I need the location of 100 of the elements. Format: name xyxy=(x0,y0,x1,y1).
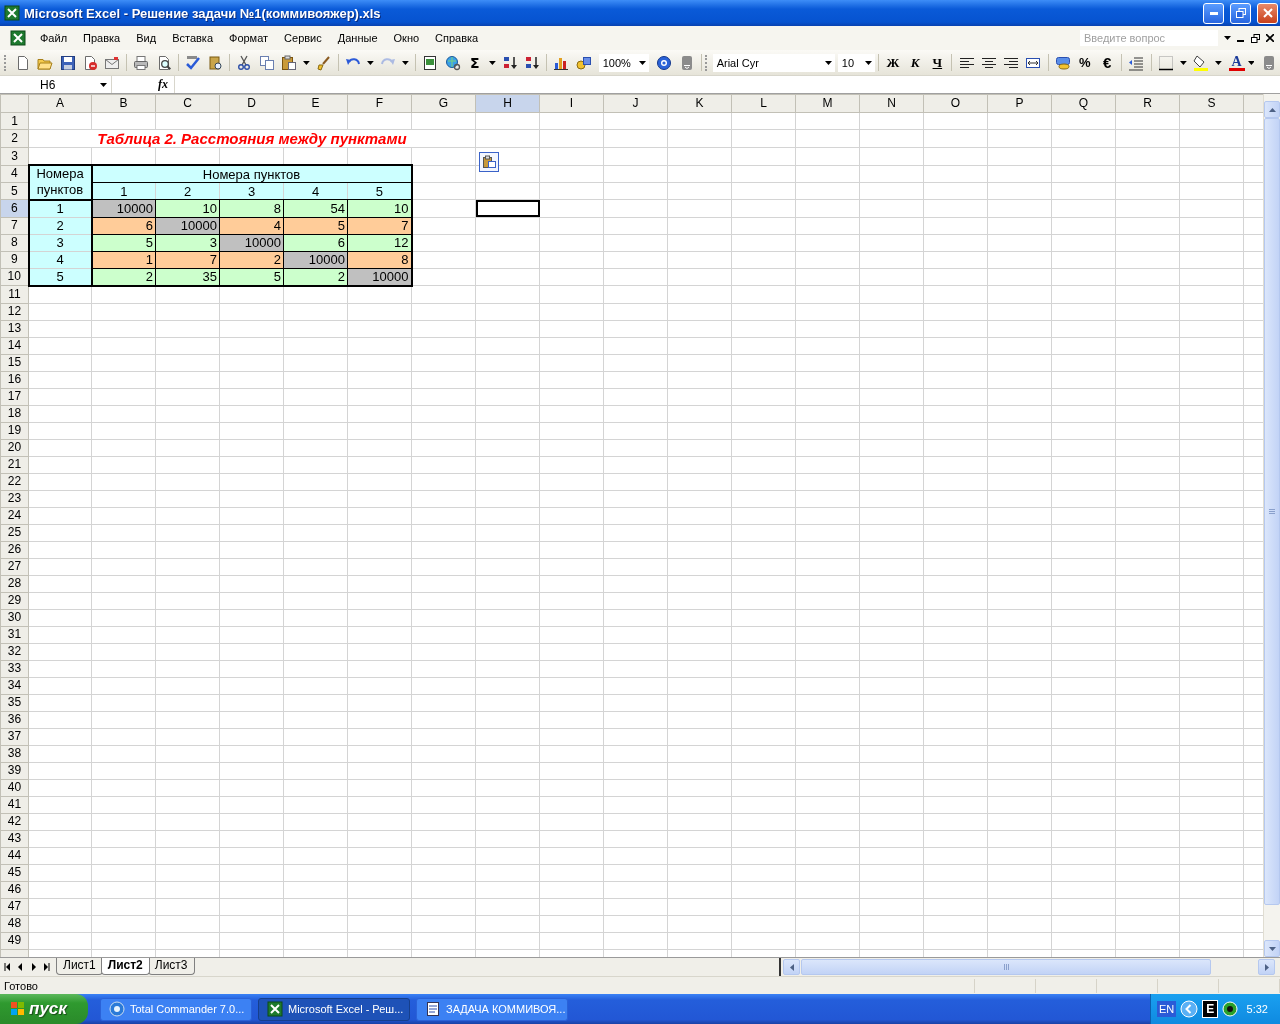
scroll-up-button[interactable] xyxy=(1264,101,1280,118)
scissors-icon[interactable] xyxy=(236,54,253,71)
help-icon[interactable] xyxy=(656,54,673,71)
caret-icon[interactable] xyxy=(303,60,310,65)
scrollbar-thumb[interactable] xyxy=(1264,118,1280,905)
taskbar-button[interactable]: Total Commander 7.0... xyxy=(100,997,252,1021)
clipboard-icon[interactable] xyxy=(280,54,297,71)
last-sheet-icon[interactable] xyxy=(43,963,50,971)
active-cell[interactable] xyxy=(475,199,540,217)
menu-item[interactable]: Файл xyxy=(32,30,76,46)
column-header[interactable]: B xyxy=(91,94,156,113)
borders-icon[interactable] xyxy=(1157,54,1174,71)
bold-button[interactable]: Ж xyxy=(881,51,904,74)
up-arrow-icon xyxy=(1268,107,1276,112)
font-color-button[interactable]: A xyxy=(1228,54,1245,71)
caret-icon[interactable] xyxy=(1179,60,1187,65)
column-header[interactable]: P xyxy=(987,94,1052,113)
shapes-icon[interactable] xyxy=(575,54,592,71)
sheet-tab[interactable]: Лист3 xyxy=(147,958,195,975)
next-sheet-icon[interactable] xyxy=(30,963,37,971)
column-header[interactable]: K xyxy=(667,94,732,113)
percent-button[interactable]: % xyxy=(1073,51,1096,74)
caret-icon[interactable] xyxy=(1247,60,1255,65)
paste-options-button[interactable] xyxy=(479,152,499,172)
scroll-left-button[interactable] xyxy=(783,959,800,975)
menu-item[interactable]: Окно xyxy=(385,30,428,46)
column-header[interactable]: R xyxy=(1115,94,1180,113)
column-header[interactable]: S xyxy=(1179,94,1244,113)
language-indicator[interactable]: EN xyxy=(1157,1001,1177,1017)
restore-icon[interactable] xyxy=(1251,33,1260,43)
sort-ascending-icon[interactable] xyxy=(501,54,518,71)
decrease-indent-icon[interactable] xyxy=(1128,54,1145,71)
minimize-button[interactable] xyxy=(1203,2,1224,24)
font-dropdown[interactable]: Arial Cyr xyxy=(712,53,835,72)
check-mark-icon[interactable] xyxy=(184,54,201,71)
coins-icon[interactable] xyxy=(1054,54,1071,71)
caret-icon[interactable] xyxy=(1224,36,1231,40)
sheet-tab[interactable]: Лист2 xyxy=(100,958,150,975)
restore-button[interactable] xyxy=(1230,2,1251,24)
scrollbar-thumb[interactable] xyxy=(801,959,1211,975)
euro-button[interactable]: € xyxy=(1096,51,1119,74)
underline-button[interactable]: Ч xyxy=(926,51,949,74)
document-icon[interactable] xyxy=(422,54,439,71)
menu-item[interactable]: Правка xyxy=(75,30,129,46)
column-header[interactable]: H xyxy=(475,94,540,113)
insert-function-button[interactable]: fx xyxy=(158,77,168,92)
chevron-circle-icon[interactable] xyxy=(1180,1000,1199,1018)
tray-app-label[interactable]: E xyxy=(1202,1000,1219,1018)
caret-icon[interactable] xyxy=(100,82,107,87)
table-title: Таблица 2. Расстояния между пунктами xyxy=(97,130,407,147)
column-header[interactable]: I xyxy=(539,94,604,113)
column-header[interactable]: J xyxy=(603,94,668,113)
menu-item[interactable]: Справка xyxy=(427,30,487,46)
column-header[interactable]: N xyxy=(859,94,924,113)
close-icon[interactable] xyxy=(1266,34,1274,42)
column-header[interactable]: O xyxy=(923,94,988,113)
font-size-dropdown[interactable]: 10 xyxy=(837,53,875,72)
menu-item[interactable]: Сервис xyxy=(276,30,330,46)
caret-icon[interactable] xyxy=(639,60,647,65)
column-header[interactable]: A xyxy=(28,94,92,113)
sort-descending-icon[interactable] xyxy=(524,54,541,71)
taskbar-button[interactable]: ЗАДАЧА КОММИВОЯ... xyxy=(416,997,568,1021)
caret-icon[interactable] xyxy=(1214,60,1222,65)
sum-button[interactable]: Σ xyxy=(463,51,486,74)
column-header[interactable]: Q xyxy=(1051,94,1116,113)
column-header[interactable]: L xyxy=(731,94,796,113)
menu-item[interactable]: Формат xyxy=(221,30,277,46)
italic-button[interactable]: К xyxy=(903,51,927,74)
scroll-right-button[interactable] xyxy=(1258,959,1275,975)
sheet-tab[interactable]: Лист1 xyxy=(56,958,103,975)
two-pages-icon[interactable] xyxy=(258,54,275,71)
close-button[interactable] xyxy=(1257,2,1278,24)
column-header[interactable]: E xyxy=(283,94,348,113)
caret-icon[interactable] xyxy=(367,60,375,65)
zoom-dropdown[interactable]: 100% xyxy=(598,53,650,72)
paintbrush-icon[interactable] xyxy=(315,54,332,71)
menu-item[interactable]: Вставка xyxy=(164,30,221,46)
previous-sheet-icon[interactable] xyxy=(17,963,24,971)
caret-icon[interactable] xyxy=(402,60,410,65)
column-header[interactable]: F xyxy=(347,94,412,113)
column-header[interactable]: D xyxy=(219,94,284,113)
globe-icon[interactable] xyxy=(444,54,461,71)
envelope-icon[interactable] xyxy=(104,54,121,71)
book-icon[interactable] xyxy=(207,54,224,71)
first-sheet-icon[interactable] xyxy=(4,963,11,971)
column-header[interactable]: M xyxy=(795,94,860,113)
caret-icon[interactable] xyxy=(488,60,496,65)
menu-item[interactable]: Вид xyxy=(128,30,165,46)
start-button[interactable]: пуск xyxy=(0,994,88,1024)
taskbar-button[interactable]: Microsoft Excel - Реш... xyxy=(258,997,410,1021)
caret-icon[interactable] xyxy=(824,60,832,65)
ring-icon[interactable] xyxy=(1222,1001,1239,1017)
column-header[interactable]: C xyxy=(155,94,220,113)
caret-icon[interactable] xyxy=(864,60,872,65)
printer-icon[interactable] xyxy=(133,54,150,71)
paint-bucket-icon[interactable] xyxy=(1192,54,1209,71)
scroll-down-button[interactable] xyxy=(1264,940,1280,957)
column-header[interactable]: G xyxy=(411,94,476,113)
question-field[interactable]: Введите вопрос xyxy=(1080,30,1218,46)
menu-item[interactable]: Данные xyxy=(329,30,386,46)
